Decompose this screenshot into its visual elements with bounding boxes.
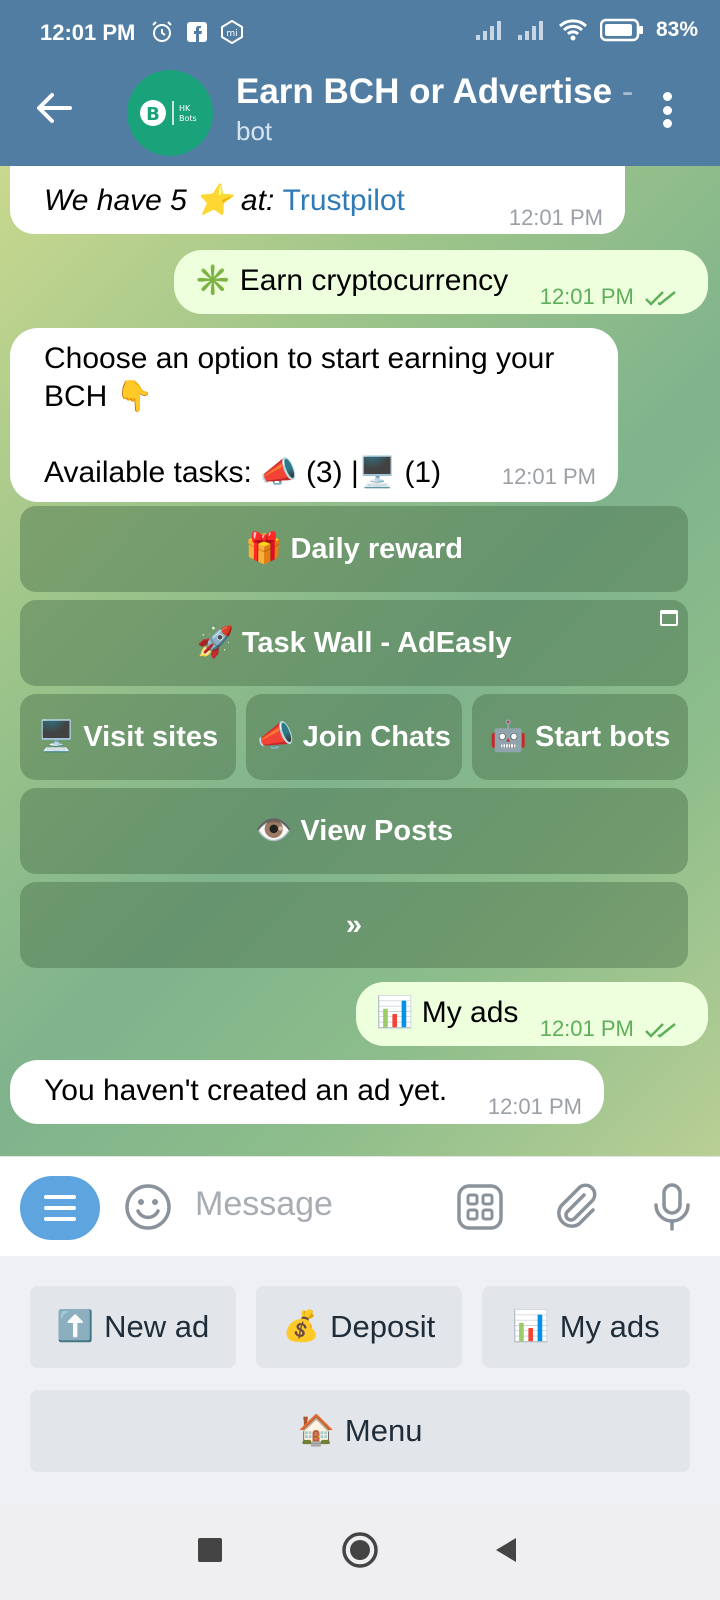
megaphone-icon: 📣 <box>260 456 298 489</box>
status-icons: mi <box>150 20 244 44</box>
bitcoin-cash-logo-icon: B HK Bots <box>140 100 197 126</box>
alarm-icon <box>152 21 172 42</box>
computer-icon: 🖥️ <box>358 456 397 489</box>
facebook-icon <box>187 22 207 42</box>
message-text: Available tasks: <box>44 456 252 489</box>
svg-text:HK: HK <box>179 104 191 113</box>
message-outgoing: ✳️ Earn cryptocurrency 12:01 PM <box>174 250 708 314</box>
back-arrow-icon[interactable] <box>34 88 74 128</box>
wifi-icon <box>558 19 587 41</box>
message-time: 12:01 PM <box>487 1094 582 1119</box>
svg-text:Bots: Bots <box>179 114 197 123</box>
back-triangle-icon[interactable] <box>492 1536 520 1564</box>
message-text: Earn cryptocurrency <box>239 264 509 297</box>
view-posts-button[interactable]: 👁️ View Posts <box>20 788 688 874</box>
message-time: 12:01 PM <box>540 278 678 316</box>
message-incoming: We have 5 ⭐ at: Trustpilot 12:01 PM <box>10 166 625 234</box>
more-options-icon[interactable] <box>662 92 672 128</box>
web-app-icon <box>660 610 678 626</box>
deposit-button[interactable]: 💰 Deposit <box>256 1286 462 1368</box>
microphone-icon[interactable] <box>646 1181 698 1233</box>
bar-chart-icon: 📊 <box>512 1310 550 1343</box>
message-text: My ads <box>421 996 519 1029</box>
rocket-icon: 🚀 <box>196 626 234 659</box>
bot-menu-button[interactable] <box>20 1176 100 1240</box>
message-time: 12:01 PM <box>540 1010 678 1048</box>
message-text: We have 5 <box>44 184 187 217</box>
star-icon: ⭐ <box>195 184 233 217</box>
robot-icon: 🤖 <box>489 720 527 753</box>
signal-icon-2 <box>517 21 543 40</box>
task-count: (1) <box>404 456 442 489</box>
status-bar: 12:01 PM mi 83% <box>0 0 720 68</box>
avatar[interactable]: B HK Bots <box>127 70 213 156</box>
bar-chart-icon: 📊 <box>376 996 414 1029</box>
message-outgoing: 📊 My ads 12:01 PM <box>356 982 708 1046</box>
sparkle-icon: ✳️ <box>194 264 232 297</box>
status-time: 12:01 PM <box>40 20 136 45</box>
double-check-icon <box>645 1023 676 1038</box>
battery-percent: 83% <box>655 18 698 41</box>
message-incoming: You haven't created an ad yet. 12:01 PM <box>10 1060 604 1124</box>
message-time: 12:01 PM <box>508 205 603 230</box>
start-bots-button[interactable]: 🤖 Start bots <box>472 694 688 780</box>
message-text: You haven't created an ad yet. <box>44 1074 448 1107</box>
signal-icon <box>475 21 501 40</box>
pointing-down-icon: 👇 <box>115 380 154 413</box>
attach-icon[interactable] <box>550 1181 602 1233</box>
money-bag-icon: 💰 <box>282 1310 321 1343</box>
home-icon[interactable] <box>340 1530 380 1570</box>
reply-keyboard: ⬆️ New ad 💰 Deposit 📊 My ads 🏠 Menu <box>0 1256 720 1504</box>
message-text: Choose an option to start earning your <box>44 342 555 375</box>
chat-title[interactable]: Earn BCH or Advertise - <box>236 72 633 112</box>
message-input-bar: Message <box>0 1156 720 1256</box>
my-ads-button[interactable]: 📊 My ads <box>482 1286 690 1368</box>
status-right: 83% <box>474 18 698 42</box>
message-text: BCH <box>44 380 108 413</box>
chat-subtitle: bot <box>236 116 273 146</box>
computer-icon: 🖥️ <box>37 720 76 753</box>
message-time: 12:01 PM <box>501 464 596 489</box>
emoji-icon[interactable] <box>122 1181 174 1233</box>
double-check-icon <box>645 291 676 306</box>
message-input[interactable]: Message <box>195 1185 333 1224</box>
trustpilot-link[interactable]: Trustpilot <box>283 184 405 217</box>
keyboard-grid-icon[interactable] <box>454 1181 506 1233</box>
message-text: at: <box>240 184 275 217</box>
recent-apps-icon[interactable] <box>196 1536 224 1564</box>
battery-icon <box>599 18 643 42</box>
message-incoming: Choose an option to start earning your B… <box>10 328 618 502</box>
task-count: (3) | <box>305 456 359 489</box>
mi-icon: mi <box>221 20 243 44</box>
next-page-button[interactable]: » <box>20 882 688 968</box>
eye-icon: 👁️ <box>254 814 293 847</box>
house-icon: 🏠 <box>297 1414 335 1447</box>
chat-area[interactable]: We have 5 ⭐ at: Trustpilot 12:01 PM ✳️ E… <box>0 166 720 1156</box>
up-arrow-icon: ⬆️ <box>56 1310 95 1343</box>
system-nav-bar <box>0 1504 720 1600</box>
app-header: 12:01 PM mi 83% B HK Bots Earn BCH or Ad… <box>0 0 720 166</box>
task-wall-button[interactable]: 🚀 Task Wall - AdEasly <box>20 600 688 686</box>
menu-button[interactable]: 🏠 Menu <box>30 1390 690 1472</box>
join-chats-button[interactable]: 📣 Join Chats <box>246 694 462 780</box>
visit-sites-button[interactable]: 🖥️ Visit sites <box>20 694 236 780</box>
gift-icon: 🎁 <box>245 532 283 565</box>
daily-reward-button[interactable]: 🎁 Daily reward <box>20 506 688 592</box>
svg-text:B: B <box>146 104 160 125</box>
new-ad-button[interactable]: ⬆️ New ad <box>30 1286 236 1368</box>
svg-text:mi: mi <box>226 29 237 39</box>
megaphone-icon: 📣 <box>257 720 295 753</box>
